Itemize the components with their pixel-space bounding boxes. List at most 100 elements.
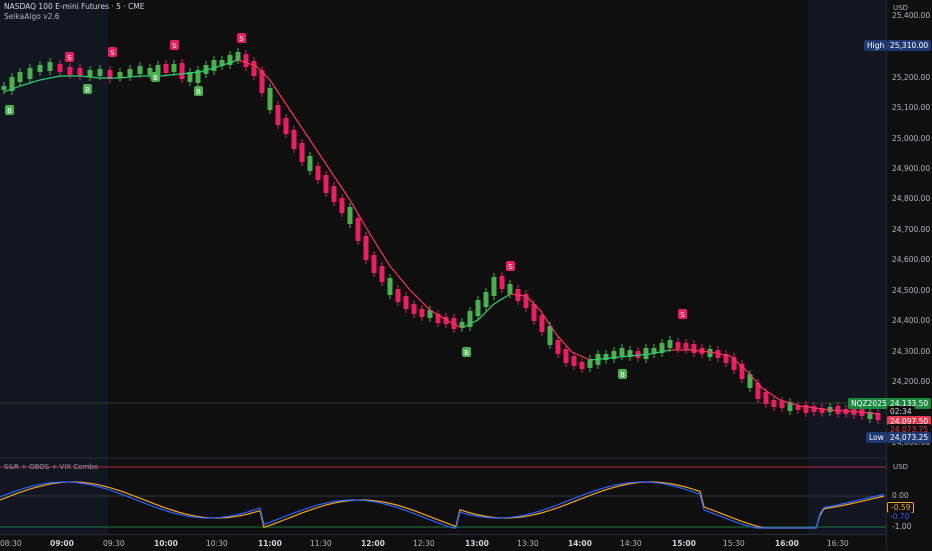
candle-body bbox=[299, 143, 305, 162]
sell-signal-label: S bbox=[172, 42, 177, 50]
candle-body bbox=[371, 255, 377, 273]
time-axis[interactable]: 08:30 09:00 09:30 10:00 10:30 11:00 11:3… bbox=[0, 534, 886, 551]
candle-body bbox=[683, 343, 689, 350]
price-axis[interactable]: USD 25,400.00 25,200.00 25,100.00 25,000… bbox=[886, 0, 932, 550]
time-label: 10:00 bbox=[154, 539, 178, 548]
time-label: 11:30 bbox=[310, 539, 332, 548]
low-value-tag: 24,073.25 bbox=[887, 432, 932, 443]
candle-body bbox=[307, 156, 313, 171]
candle-body bbox=[163, 64, 169, 73]
indicator-name[interactable]: SeikaAlgo v2.6 bbox=[4, 12, 145, 22]
candle-body bbox=[355, 218, 361, 241]
symbol-title[interactable]: NASDAQ 100 E-mini Futures · 5 · CME bbox=[4, 2, 145, 12]
time-label: 13:30 bbox=[517, 539, 539, 548]
candle-body bbox=[491, 277, 497, 296]
price-label: 24,300.00 bbox=[892, 347, 931, 356]
candle-body bbox=[1, 86, 7, 90]
time-label: 10:30 bbox=[206, 539, 228, 548]
price-label: 25,000.00 bbox=[892, 134, 931, 143]
pre-session-shade bbox=[0, 0, 108, 534]
candle-body bbox=[811, 406, 817, 412]
candle-body bbox=[579, 362, 585, 369]
high-tag: High bbox=[864, 40, 888, 51]
candle-body bbox=[555, 340, 561, 354]
candle-body bbox=[643, 348, 649, 359]
candle-body bbox=[571, 356, 577, 366]
sell-signal-label: S bbox=[67, 54, 72, 62]
price-label: 25,100.00 bbox=[892, 103, 931, 112]
candle-body bbox=[563, 349, 569, 363]
candle-body bbox=[37, 65, 43, 72]
candle-body bbox=[235, 52, 241, 60]
candle-body bbox=[507, 284, 513, 294]
candle-body bbox=[87, 70, 93, 77]
sell-signal-label: S bbox=[239, 35, 244, 43]
buy-signal-label: B bbox=[153, 74, 158, 82]
candle-body bbox=[47, 62, 53, 71]
candle-body bbox=[771, 400, 777, 407]
candle-body bbox=[707, 349, 713, 357]
price-label: 25,200.00 bbox=[892, 73, 931, 82]
oscillator-title[interactable]: S&R + OBOS + VIX Combo bbox=[4, 463, 98, 471]
candle-body bbox=[77, 68, 83, 76]
candle-body bbox=[57, 64, 63, 72]
contract-tag: NQZ2025 bbox=[848, 398, 890, 409]
osc-label: -1.00 bbox=[892, 522, 912, 531]
price-label: 24,200.00 bbox=[892, 377, 931, 386]
time-label: 16:00 bbox=[775, 539, 799, 548]
price-label: 24,900.00 bbox=[892, 164, 931, 173]
candle-body bbox=[483, 292, 489, 307]
candle-body bbox=[137, 66, 143, 74]
sell-signal-label: S bbox=[110, 49, 115, 57]
candle-body bbox=[347, 207, 353, 224]
candle-body bbox=[179, 63, 185, 79]
candle-body bbox=[211, 60, 217, 71]
buy-signal-label: B bbox=[464, 349, 469, 357]
buy-signal-label: B bbox=[620, 371, 625, 379]
candle-body bbox=[275, 105, 281, 125]
candle-body bbox=[171, 64, 177, 72]
candle-body bbox=[323, 175, 329, 193]
candle-body bbox=[379, 266, 385, 282]
candle-body bbox=[363, 236, 369, 260]
osc-blue-tag: -0.70 bbox=[887, 512, 913, 521]
candle-body bbox=[619, 348, 625, 356]
candle-body bbox=[539, 315, 545, 332]
time-label: 09:00 bbox=[50, 539, 74, 548]
time-label: 12:30 bbox=[413, 539, 435, 548]
candle-body bbox=[27, 68, 33, 79]
sell-signal-label: S bbox=[680, 311, 685, 319]
candle-body bbox=[291, 130, 297, 149]
price-label: 24,700.00 bbox=[892, 225, 931, 234]
time-label: 09:30 bbox=[103, 539, 125, 548]
candle-body bbox=[243, 54, 249, 67]
candle-body bbox=[395, 289, 401, 302]
time-label: 16:30 bbox=[827, 539, 849, 548]
buy-signal-label: B bbox=[7, 107, 12, 115]
candle-body bbox=[419, 309, 425, 317]
candle-body bbox=[475, 300, 481, 316]
candle-body bbox=[283, 118, 289, 134]
time-label: 12:00 bbox=[361, 539, 385, 548]
osc-orange-line bbox=[0, 481, 885, 529]
candle-body bbox=[779, 401, 785, 408]
symbol-header: NASDAQ 100 E-mini Futures · 5 · CME Seik… bbox=[4, 2, 145, 22]
candle-body bbox=[267, 88, 273, 110]
sell-signal-label: S bbox=[508, 263, 513, 271]
time-label: 14:00 bbox=[568, 539, 592, 548]
candle-body bbox=[675, 342, 681, 349]
price-label: 24,600.00 bbox=[892, 255, 931, 264]
candle-body bbox=[251, 61, 257, 76]
time-label: 13:00 bbox=[465, 539, 489, 548]
time-label: 08:30 bbox=[0, 539, 22, 548]
price-chart[interactable]: S S S S S S B B B B B B bbox=[0, 0, 932, 550]
candle-body bbox=[331, 186, 337, 202]
candle-body bbox=[667, 340, 673, 348]
candle-body bbox=[547, 326, 553, 345]
post-session-shade bbox=[808, 0, 886, 534]
price-label: 25,400.00 bbox=[892, 11, 931, 20]
candle-body bbox=[499, 276, 505, 289]
candle-body bbox=[67, 67, 73, 75]
time-label: 15:30 bbox=[723, 539, 745, 548]
buy-signal-label: B bbox=[196, 88, 201, 96]
